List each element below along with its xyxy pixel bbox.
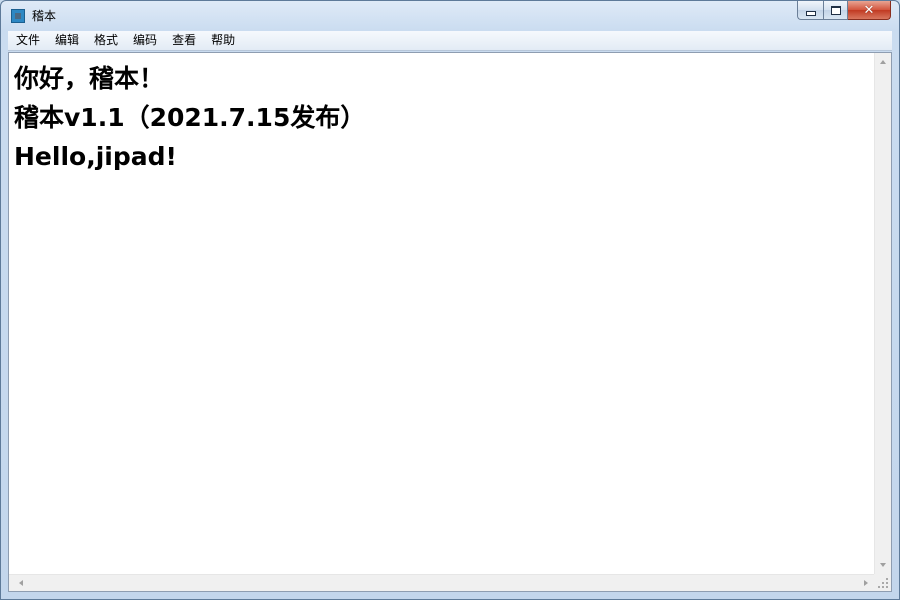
grip-dot bbox=[886, 578, 888, 580]
grip-dot bbox=[886, 586, 888, 588]
grip-dot bbox=[882, 586, 884, 588]
scroll-left-icon[interactable] bbox=[19, 580, 23, 586]
notepad-icon[interactable] bbox=[11, 9, 25, 23]
menu-help[interactable]: 帮助 bbox=[203, 31, 242, 50]
minimize-icon bbox=[805, 10, 816, 16]
close-button[interactable]: ✕ bbox=[848, 1, 891, 20]
editor-pane: 你好，稽本！ 稽本v1.1（2021.7.15发布） Hello,jipad! bbox=[8, 52, 892, 592]
scroll-up-icon[interactable] bbox=[880, 60, 886, 64]
scroll-right-icon[interactable] bbox=[864, 580, 868, 586]
maximize-button[interactable] bbox=[823, 1, 848, 20]
caption-buttons: ✕ bbox=[797, 1, 891, 21]
title-bar[interactable]: 稽本 ✕ bbox=[1, 1, 899, 31]
menu-format[interactable]: 格式 bbox=[86, 31, 125, 50]
menu-view[interactable]: 查看 bbox=[164, 31, 203, 50]
notepad-window: 稽本 ✕ 文件 编辑 格式 编码 查看 帮助 你好，稽本！ 稽本v1.1（202… bbox=[0, 0, 900, 600]
scroll-down-icon[interactable] bbox=[880, 563, 886, 567]
editor-line-2: 稽本v1.1（2021.7.15发布） bbox=[14, 103, 366, 132]
grip-dot bbox=[882, 582, 884, 584]
menu-file[interactable]: 文件 bbox=[8, 31, 47, 50]
grip-dot bbox=[878, 586, 880, 588]
grip-dot bbox=[886, 582, 888, 584]
menu-bar: 文件 编辑 格式 编码 查看 帮助 bbox=[8, 31, 892, 51]
editor-line-3: Hello,jipad! bbox=[14, 142, 177, 171]
window-title: 稽本 bbox=[32, 9, 57, 23]
text-editor[interactable]: 你好，稽本！ 稽本v1.1（2021.7.15发布） Hello,jipad! bbox=[9, 53, 875, 573]
menu-edit[interactable]: 编辑 bbox=[47, 31, 86, 50]
minimize-button[interactable] bbox=[797, 1, 823, 20]
horizontal-scrollbar[interactable] bbox=[9, 574, 874, 591]
close-icon: ✕ bbox=[863, 2, 875, 18]
editor-line-1: 你好，稽本！ bbox=[14, 64, 165, 93]
maximize-icon bbox=[830, 5, 841, 15]
menu-encoding[interactable]: 编码 bbox=[125, 31, 164, 50]
vertical-scrollbar[interactable] bbox=[874, 53, 891, 574]
resize-grip-icon[interactable] bbox=[874, 574, 891, 591]
